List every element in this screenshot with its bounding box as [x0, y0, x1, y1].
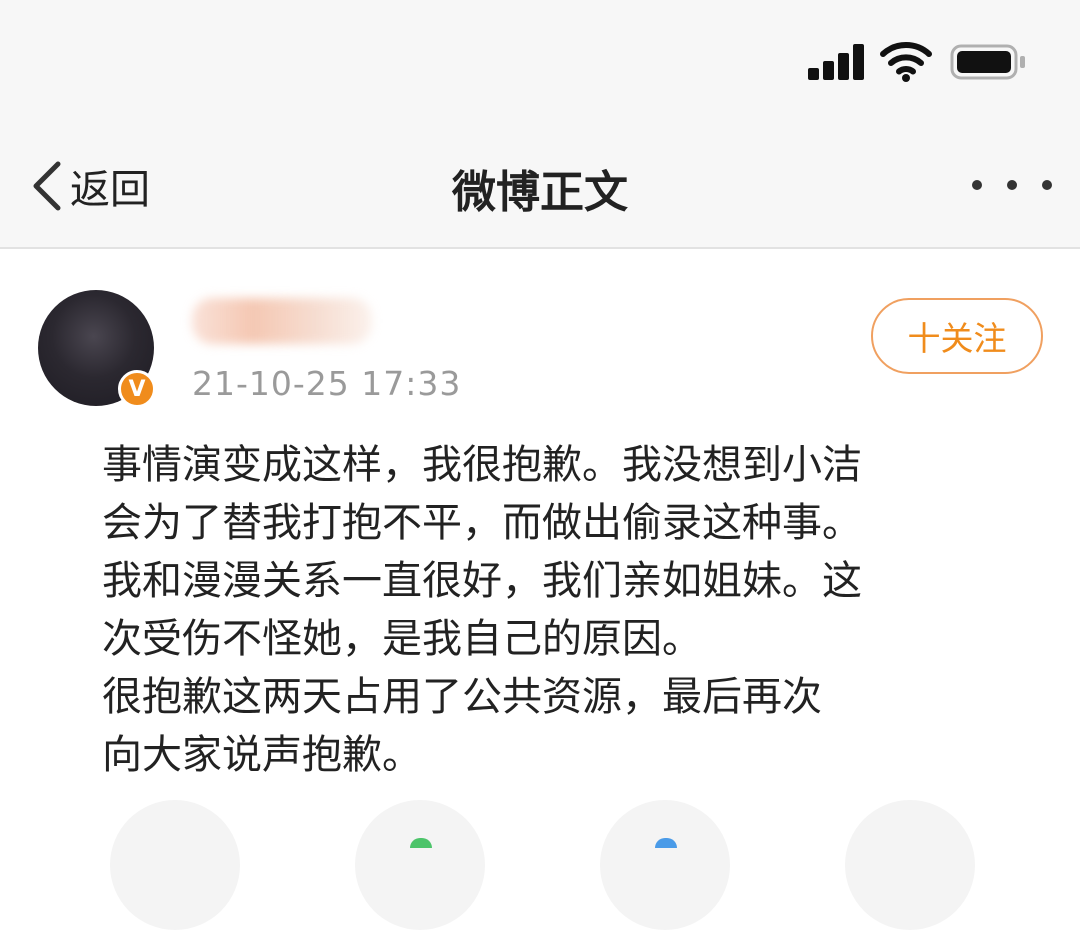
share-button[interactable] [845, 800, 975, 930]
wifi-icon [880, 42, 932, 82]
action-bar [0, 800, 1080, 930]
content-line: 向大家说声抱歉。 [102, 732, 422, 778]
content-line: 次受伤不怪她，是我自己的原因。 [102, 616, 702, 662]
status-bar [0, 0, 1080, 120]
repost-button[interactable] [110, 800, 240, 930]
battery-icon [950, 44, 1025, 80]
comment-button[interactable] [355, 800, 485, 930]
content-line: 事情演变成这样，我很抱歉。我没想到小洁 [102, 442, 862, 488]
content-line: 很抱歉这两天占用了公共资源，最后再次 [102, 674, 822, 720]
verified-badge-icon: V [118, 370, 156, 408]
author-name-blurred[interactable] [192, 298, 372, 344]
page-title: 微博正文 [452, 167, 628, 218]
header-divider [0, 247, 1080, 249]
follow-button[interactable]: 十关注 [871, 298, 1043, 374]
cellular-signal-icon [808, 44, 864, 80]
content-line: 会为了替我打抱不平，而做出偷录这种事。 [102, 500, 862, 546]
post-content: 事情演变成这样，我很抱歉。我没想到小洁 会为了替我打抱不平，而做出偷录这种事。 … [102, 436, 952, 784]
content-line: 我和漫漫关系一直很好，我们亲如姐妹。这 [102, 558, 862, 604]
like-button[interactable] [600, 800, 730, 930]
more-dots-icon[interactable] [972, 172, 1052, 198]
post-timestamp: 21-10-25 17:33 [192, 364, 462, 403]
navigation-bar: 返回 微博正文 [0, 120, 1080, 246]
